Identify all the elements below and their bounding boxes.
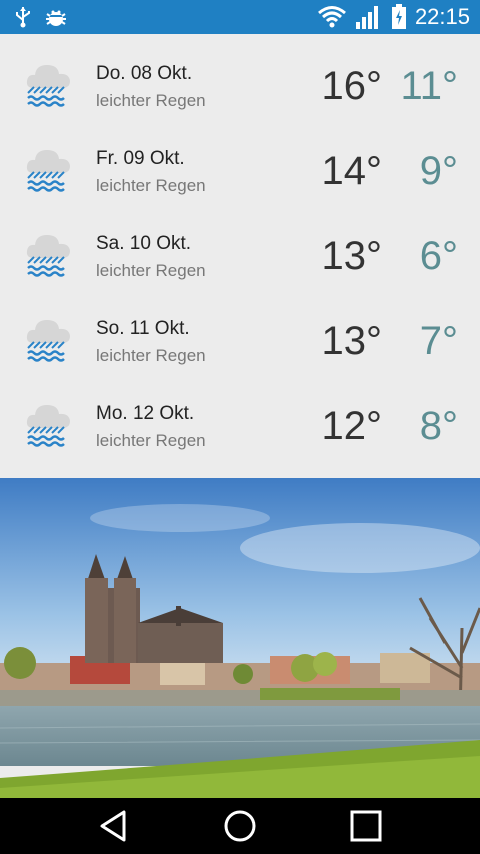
forecast-day: Sa. 10 Okt. [96, 233, 192, 254]
forecast-row[interactable]: Do. 08 Okt. leichter Regen 16° 11° [0, 34, 480, 119]
forecast-day: Fr. 09 Okt. [96, 148, 185, 169]
signal-icon [355, 6, 378, 29]
light-rain-icon [26, 65, 70, 107]
wifi-icon [317, 6, 346, 28]
forecast-condition: leichter Regen [96, 176, 206, 195]
recents-icon[interactable] [346, 806, 386, 846]
forecast-day: Mo. 12 Okt. [96, 403, 195, 424]
forecast-row[interactable]: Sa. 10 Okt. leichter Regen 13° 6° [0, 204, 480, 289]
light-rain-icon [26, 150, 70, 192]
android-debug-icon [46, 10, 66, 26]
back-icon[interactable] [94, 806, 134, 846]
navigation-bar [0, 798, 480, 854]
forecast-low: 8° [419, 404, 458, 448]
forecast-high: 13° [321, 319, 383, 363]
forecast-high: 13° [321, 234, 383, 278]
forecast-row[interactable]: So. 11 Okt. leichter Regen 13° 7° [0, 289, 480, 374]
forecast-condition: leichter Regen [96, 431, 206, 450]
forecast-day: Do. 08 Okt. [96, 63, 193, 84]
forecast-low: 6° [419, 234, 458, 278]
forecast-high: 14° [321, 149, 383, 193]
city-photo [0, 478, 480, 798]
forecast-low: 9° [419, 149, 458, 193]
forecast-condition: leichter Regen [96, 346, 206, 365]
light-rain-icon [26, 405, 70, 447]
forecast-list: Do. 08 Okt. leichter Regen 16° 11° Fr. 0… [0, 34, 480, 478]
forecast-high: 16° [321, 64, 383, 108]
status-bar: 22:15 [0, 0, 480, 34]
forecast-low: 11° [400, 64, 458, 108]
light-rain-icon [26, 235, 70, 277]
usb-icon [16, 7, 30, 28]
forecast-day: So. 11 Okt. [96, 318, 190, 339]
forecast-condition: leichter Regen [96, 91, 206, 110]
forecast-row[interactable]: Fr. 09 Okt. leichter Regen 14° 9° [0, 119, 480, 204]
home-icon[interactable] [220, 806, 260, 846]
forecast-high: 12° [321, 404, 383, 448]
cathedral-river-illustration [0, 478, 480, 798]
forecast-condition: leichter Regen [96, 261, 206, 280]
forecast-row[interactable]: Mo. 12 Okt. leichter Regen 12° 8° [0, 374, 480, 459]
forecast-low: 7° [419, 319, 458, 363]
status-time: 22:15 [414, 4, 470, 29]
light-rain-icon [26, 320, 70, 362]
battery-charging-icon [391, 4, 406, 29]
